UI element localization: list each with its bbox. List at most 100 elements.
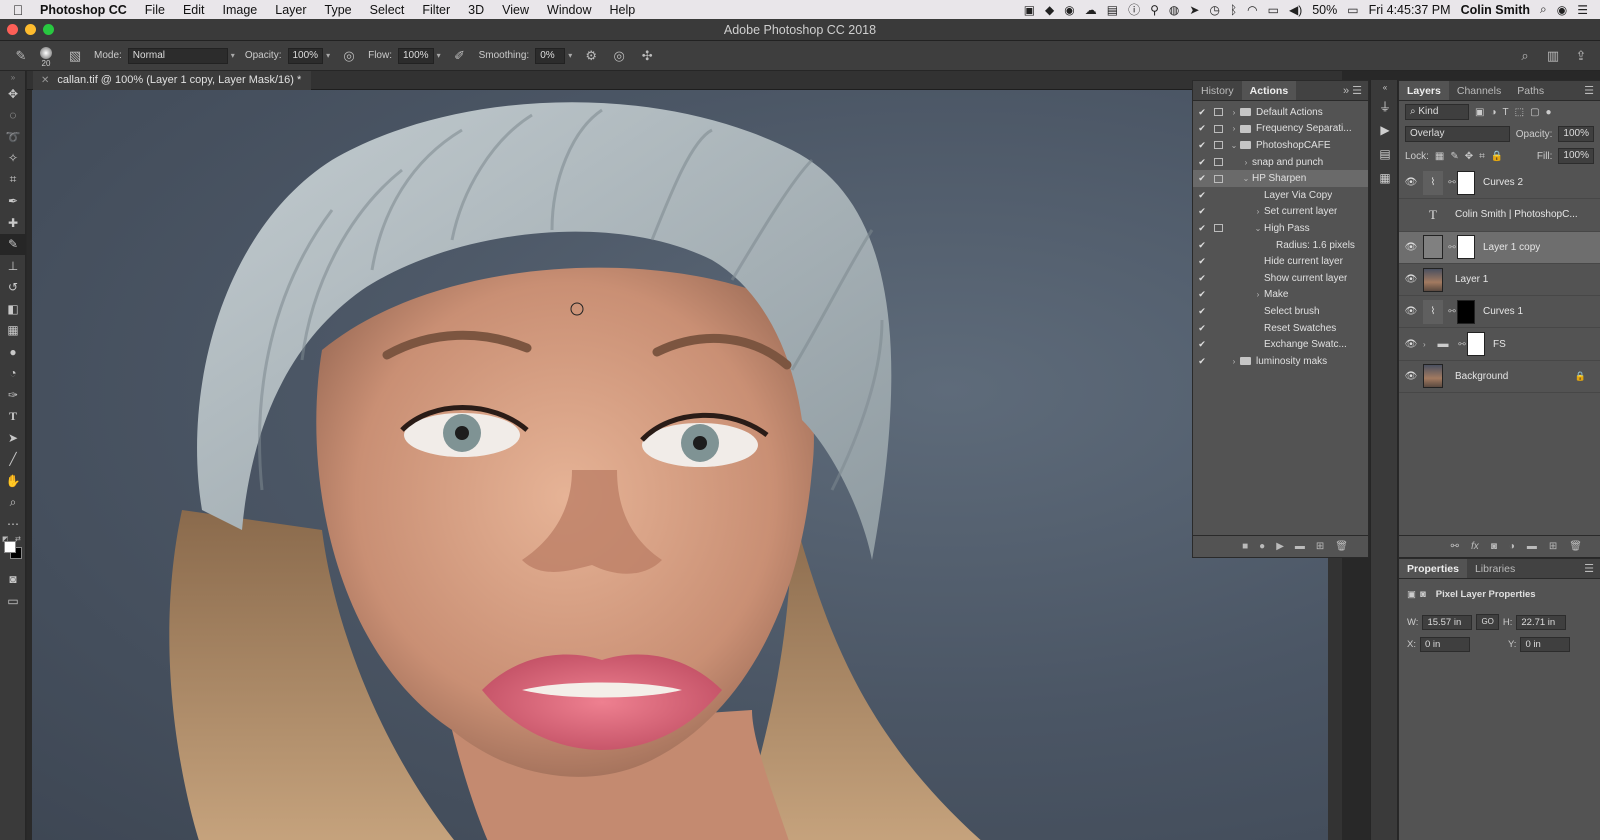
- visibility-eye-icon[interactable]: 👁: [1399, 177, 1423, 188]
- toggle-item-check-icon[interactable]: ✔: [1193, 223, 1211, 234]
- menu-edit[interactable]: Edit: [174, 3, 214, 17]
- action-row[interactable]: ✔ › snap and punch: [1193, 154, 1368, 171]
- action-row[interactable]: ✔ › Make: [1193, 287, 1368, 304]
- menu-filter[interactable]: Filter: [413, 3, 459, 17]
- pressure-size-icon[interactable]: ◎: [610, 47, 628, 65]
- path-selection-tool-icon[interactable]: ➤: [0, 427, 26, 449]
- actions-play-icon[interactable]: ▶: [1371, 118, 1399, 142]
- action-row[interactable]: ✔ Reset Swatches: [1193, 320, 1368, 337]
- action-row[interactable]: ✔ Layer Via Copy: [1193, 187, 1368, 204]
- smoothing-field[interactable]: 0%: [535, 47, 566, 64]
- filter-toggle-icon[interactable]: ●: [1546, 107, 1552, 118]
- expand-chevron-icon[interactable]: ›: [1228, 124, 1240, 133]
- dodge-tool-icon[interactable]: ◔: [0, 363, 26, 385]
- hand-tool-icon[interactable]: ✋: [0, 470, 26, 492]
- type-layer-icon[interactable]: T: [1423, 203, 1443, 227]
- crop-tool-icon[interactable]: ⌗: [0, 169, 26, 191]
- bluetooth-icon[interactable]: ᛒ: [1230, 3, 1237, 17]
- image-canvas[interactable]: [32, 90, 1342, 840]
- link-layers-icon[interactable]: ⚯: [1451, 541, 1459, 552]
- action-row[interactable]: ✔ Hide current layer: [1193, 253, 1368, 270]
- action-row[interactable]: ✔ › luminosity maks: [1193, 353, 1368, 370]
- notes-icon[interactable]: ▦: [1371, 166, 1399, 190]
- menu-type[interactable]: Type: [316, 3, 361, 17]
- action-row[interactable]: ✔ Exchange Swatc...: [1193, 336, 1368, 353]
- visibility-eye-icon[interactable]: 👁: [1399, 339, 1423, 350]
- user-name[interactable]: Colin Smith: [1461, 3, 1530, 17]
- brush-tool-icon[interactable]: ✎: [0, 233, 26, 255]
- menu-3d[interactable]: 3D: [459, 3, 493, 17]
- apple-icon[interactable]: : [0, 2, 36, 18]
- tab-history[interactable]: History: [1193, 81, 1242, 100]
- close-document-icon[interactable]: ✕: [41, 71, 49, 90]
- tab-properties[interactable]: Properties: [1399, 559, 1467, 578]
- tab-actions[interactable]: Actions: [1241, 81, 1297, 100]
- quick-mask-icon[interactable]: ◙: [0, 569, 26, 591]
- foreground-color-swatch[interactable]: [4, 540, 16, 553]
- photo-thumbnail[interactable]: [1423, 267, 1443, 292]
- dialog-toggle-icon[interactable]: [1211, 273, 1225, 283]
- chevron-down-icon[interactable]: ▾: [231, 51, 235, 60]
- layer-name[interactable]: Colin Smith | PhotoshopC...: [1455, 209, 1578, 220]
- dialog-toggle-icon[interactable]: [1211, 257, 1225, 267]
- workspace-icon[interactable]: ▥: [1544, 47, 1562, 65]
- blend-mode-select[interactable]: Overlay: [1405, 126, 1510, 142]
- history-panel-icon[interactable]: ⏚: [1371, 94, 1399, 118]
- symmetry-icon[interactable]: ✣: [638, 47, 656, 65]
- dialog-toggle-icon[interactable]: [1211, 124, 1225, 134]
- type-tool-icon[interactable]: T: [0, 406, 26, 428]
- new-action-icon[interactable]: ⊞: [1316, 541, 1324, 552]
- action-row[interactable]: ✔ Select brush: [1193, 303, 1368, 320]
- layer-mask-thumbnail[interactable]: [1457, 299, 1475, 324]
- menu-window[interactable]: Window: [538, 3, 600, 17]
- filter-smart-object-icon[interactable]: ▢: [1530, 107, 1539, 118]
- brush-preset-picker[interactable]: 20: [40, 47, 52, 68]
- share-icon[interactable]: ⇪: [1572, 47, 1590, 65]
- height-field[interactable]: 22.71 in: [1516, 614, 1567, 630]
- dialog-toggle-icon[interactable]: [1211, 323, 1225, 333]
- filter-adjustment-icon[interactable]: ◑: [1490, 107, 1496, 118]
- magic-wand-tool-icon[interactable]: ✧: [0, 148, 26, 170]
- mask-link-icon[interactable]: ⚯: [1447, 242, 1457, 253]
- expand-chevron-icon[interactable]: ›: [1228, 108, 1240, 117]
- chevron-down-icon[interactable]: ▾: [326, 51, 330, 60]
- filter-pixel-icon[interactable]: ▣: [1475, 107, 1484, 118]
- menu-file[interactable]: File: [136, 3, 174, 17]
- layer-row[interactable]: 👁 Background 🔒: [1399, 361, 1600, 394]
- action-row[interactable]: ✔ ⌄ High Pass: [1193, 220, 1368, 237]
- toggle-item-check-icon[interactable]: ✔: [1193, 140, 1211, 151]
- toggle-item-check-icon[interactable]: ✔: [1193, 289, 1211, 300]
- layer-style-fx-icon[interactable]: fx: [1471, 541, 1479, 552]
- healing-brush-tool-icon[interactable]: ✚: [0, 212, 26, 234]
- panel-menu-icon[interactable]: » ☰: [1343, 84, 1362, 97]
- layer-row[interactable]: 👁 ⌇ ⚯ Curves 2: [1399, 167, 1600, 200]
- tab-channels[interactable]: Channels: [1449, 81, 1509, 100]
- more-tools-icon[interactable]: ⋯: [0, 513, 26, 535]
- dialog-toggle-icon[interactable]: [1211, 140, 1225, 150]
- action-row[interactable]: ✔ › Set current layer: [1193, 204, 1368, 221]
- toggle-item-check-icon[interactable]: ✔: [1193, 173, 1211, 184]
- layer-mask-thumbnail[interactable]: [1467, 332, 1485, 357]
- info-icon[interactable]: ⓘ: [1128, 1, 1140, 18]
- toggle-item-check-icon[interactable]: ✔: [1193, 356, 1211, 367]
- play-selection-icon[interactable]: ▶: [1276, 541, 1284, 552]
- camera-icon[interactable]: ▣: [1024, 3, 1035, 17]
- app-icon[interactable]: ◍: [1169, 3, 1179, 17]
- marquee-tool-icon[interactable]: ◌: [0, 105, 26, 127]
- app-menu[interactable]: Photoshop CC: [36, 3, 136, 17]
- toggle-item-check-icon[interactable]: ✔: [1193, 256, 1211, 267]
- layer-row[interactable]: T Colin Smith | PhotoshopC...: [1399, 199, 1600, 232]
- gradient-tool-icon[interactable]: ▦: [0, 320, 26, 342]
- record-icon[interactable]: ●: [1259, 541, 1265, 552]
- volume-icon[interactable]: ◀): [1289, 3, 1302, 17]
- sync-icon[interactable]: ☁: [1085, 3, 1097, 17]
- dialog-toggle-icon[interactable]: [1211, 190, 1225, 200]
- tab-paths[interactable]: Paths: [1509, 81, 1552, 100]
- dialog-toggle-icon[interactable]: [1211, 157, 1225, 167]
- layer-name[interactable]: Layer 1 copy: [1483, 242, 1540, 253]
- zoom-tool-icon[interactable]: ⌕: [0, 492, 26, 514]
- layer-mask-thumbnail[interactable]: [1457, 170, 1475, 195]
- layer-row[interactable]: 👁 ⚯ Layer 1 copy: [1399, 231, 1600, 264]
- battery-icon[interactable]: ▭: [1347, 3, 1358, 17]
- new-adjustment-icon[interactable]: ◑: [1509, 541, 1515, 552]
